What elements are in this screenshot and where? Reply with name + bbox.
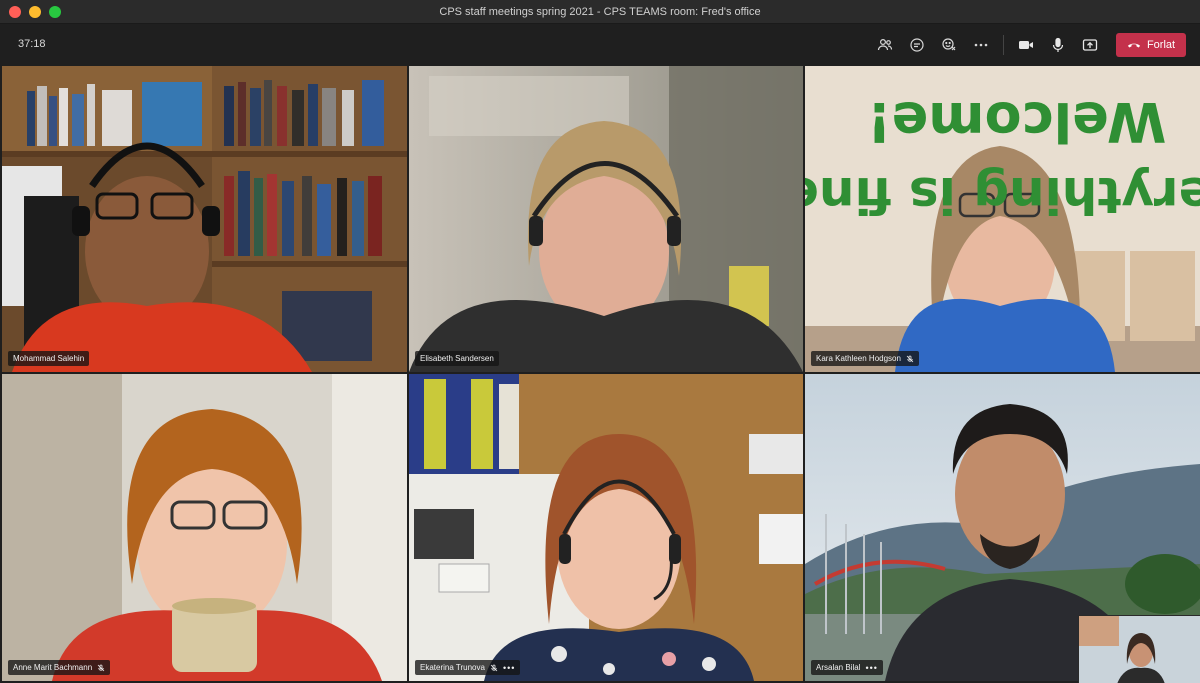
meeting-toolbar: 37:18 Forlat — [0, 24, 1200, 66]
participant-name: Elisabeth Sandersen — [420, 354, 494, 363]
video-tile[interactable]: Elisabeth Sandersen — [409, 66, 803, 372]
meeting-timer: 37:18 — [18, 38, 46, 50]
camera-toggle-button[interactable] — [1010, 32, 1042, 58]
background-welcome-text: Welcome! — [867, 90, 1167, 153]
window-title: CPS staff meetings spring 2021 - CPS TEA… — [439, 5, 761, 18]
participant-name: Anne Marit Bachmann — [13, 663, 93, 672]
mic-muted-icon — [97, 664, 105, 671]
participant-video — [2, 66, 407, 372]
participant-name-tag: Kara Kathleen Hodgson — [811, 351, 919, 366]
chat-icon — [910, 38, 924, 52]
participant-video — [409, 66, 803, 372]
show-participants-button[interactable] — [869, 32, 901, 58]
participant-name: Arsalan Bilal — [816, 663, 861, 672]
meeting-controls: Forlat — [869, 32, 1186, 58]
more-options-icon[interactable]: ••• — [865, 663, 877, 672]
mic-muted-icon — [906, 355, 914, 362]
background-everything-text: Everything is fine — [805, 166, 1200, 224]
window-controls — [9, 6, 61, 18]
people-icon — [877, 38, 893, 51]
maximize-window-button[interactable] — [49, 6, 61, 18]
participant-video — [2, 374, 407, 681]
phone-hangup-icon — [1127, 43, 1141, 48]
video-tile[interactable]: Mohammad Salehin — [2, 66, 407, 372]
participant-name-tag: Arsalan Bilal ••• — [811, 660, 883, 675]
mic-icon — [1052, 37, 1064, 52]
toolbar-divider — [1003, 35, 1004, 55]
mic-toggle-button[interactable] — [1042, 32, 1074, 58]
more-options-icon[interactable]: ••• — [503, 663, 515, 672]
minimize-window-button[interactable] — [29, 6, 41, 18]
participant-name-tag: Anne Marit Bachmann — [8, 660, 111, 675]
participant-name-tag: Elisabeth Sandersen — [415, 351, 499, 366]
self-video — [1079, 616, 1200, 683]
share-screen-button[interactable] — [1074, 32, 1106, 58]
leave-button-label: Forlat — [1146, 39, 1176, 51]
participant-name-tag: Ekaterina Trunova ••• — [415, 660, 521, 675]
video-tile[interactable]: Welcome! Everything is fine Kara Kathlee… — [805, 66, 1200, 372]
participant-name: Mohammad Salehin — [13, 354, 85, 363]
video-tile[interactable]: Ekaterina Trunova ••• — [409, 374, 803, 681]
video-tile[interactable]: Anne Marit Bachmann — [2, 374, 407, 681]
camera-icon — [1019, 41, 1033, 49]
close-window-button[interactable] — [9, 6, 21, 18]
participant-name: Ekaterina Trunova — [420, 663, 485, 672]
participant-video — [409, 374, 803, 681]
mic-muted-icon — [490, 664, 498, 671]
participant-name-tag: Mohammad Salehin — [8, 351, 90, 366]
share-icon — [1082, 39, 1098, 51]
more-actions-button[interactable] — [965, 32, 997, 58]
window-title-bar: CPS staff meetings spring 2021 - CPS TEA… — [0, 0, 1200, 24]
more-icon — [974, 43, 988, 47]
self-view-preview[interactable] — [1078, 615, 1200, 683]
reactions-icon — [942, 38, 956, 51]
video-grid: Mohammad Salehin Elisabeth Sandersen Wel… — [0, 66, 1200, 683]
participant-name: Kara Kathleen Hodgson — [816, 354, 901, 363]
leave-meeting-button[interactable]: Forlat — [1116, 33, 1186, 57]
show-conversation-button[interactable] — [901, 32, 933, 58]
reactions-button[interactable] — [933, 32, 965, 58]
